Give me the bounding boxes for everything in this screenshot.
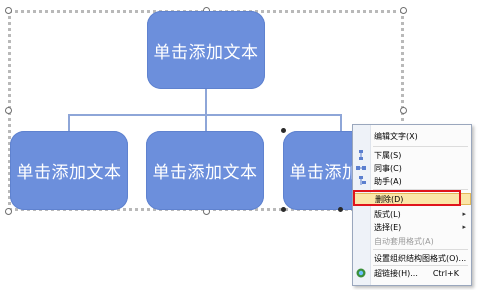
selection-dot[interactable] — [338, 207, 343, 212]
resize-handle-mr[interactable] — [400, 107, 407, 114]
org-node-middle[interactable]: 单击添加文本 — [146, 131, 264, 210]
org-node-top[interactable]: 单击添加文本 — [147, 11, 265, 89]
shortcut-label: Ctrl+K — [432, 268, 459, 278]
menu-item-label: 设置组织结构图格式(O)... — [374, 253, 467, 263]
menu-item-label: 删除(D) — [375, 194, 404, 204]
menu-item-label: 选择(E) — [374, 222, 402, 232]
selection-dot[interactable] — [281, 207, 286, 212]
menu-separator — [373, 265, 468, 266]
connector-horizontal — [68, 114, 340, 116]
menu-item-label: 版式(L) — [374, 209, 401, 219]
delete-icon — [357, 194, 367, 204]
menu-item-label: 超链接(H)... — [374, 268, 418, 278]
coworker-icon — [356, 163, 366, 173]
menu-item-label: 助手(A) — [374, 176, 402, 186]
subordinate-icon — [356, 150, 366, 160]
menu-item-edit-text[interactable]: 编辑文字(X) — [353, 130, 471, 142]
menu-item-format[interactable]: 设置组织结构图格式(O)... — [353, 252, 471, 264]
menu-separator — [373, 146, 468, 147]
selection-dot[interactable] — [281, 128, 286, 133]
menu-item-assistant[interactable]: 助手(A) — [353, 175, 471, 187]
menu-item-label: 下属(S) — [374, 150, 402, 160]
menu-item-autoformat: 自动套用格式(A) — [353, 235, 471, 247]
menu-item-select[interactable]: 选择(E) ▸ — [353, 221, 471, 233]
menu-item-delete[interactable]: 删除(D) — [353, 193, 471, 205]
submenu-arrow-icon: ▸ — [462, 223, 466, 231]
assistant-icon — [356, 176, 366, 186]
menu-separator — [373, 249, 468, 250]
menu-item-layout[interactable]: 版式(L) ▸ — [353, 208, 471, 220]
menu-item-label: 自动套用格式(A) — [374, 236, 434, 246]
connector-middle-drop — [205, 114, 207, 132]
connector-left-drop — [68, 114, 70, 132]
globe-link-icon — [356, 268, 366, 278]
resize-handle-tl[interactable] — [5, 7, 12, 14]
connector-vertical-top — [205, 88, 207, 115]
menu-separator — [373, 189, 468, 190]
menu-item-subordinate[interactable]: 下属(S) — [353, 149, 471, 161]
connector-right-drop — [340, 114, 342, 132]
menu-item-hyperlink[interactable]: 超链接(H)... Ctrl+K — [353, 267, 471, 279]
resize-handle-ml[interactable] — [5, 107, 12, 114]
menu-item-label: 编辑文字(X) — [374, 131, 418, 141]
resize-handle-tr[interactable] — [400, 7, 407, 14]
menu-item-coworker[interactable]: 同事(C) — [353, 162, 471, 174]
menu-item-label: 同事(C) — [374, 163, 402, 173]
org-node-left[interactable]: 单击添加文本 — [10, 131, 128, 210]
submenu-arrow-icon: ▸ — [462, 210, 466, 218]
resize-handle-bl[interactable] — [5, 208, 12, 215]
context-menu: 编辑文字(X) 下属(S) 同事(C) 助手(A) 删除(D) 版式(L) ▸ … — [352, 124, 472, 286]
